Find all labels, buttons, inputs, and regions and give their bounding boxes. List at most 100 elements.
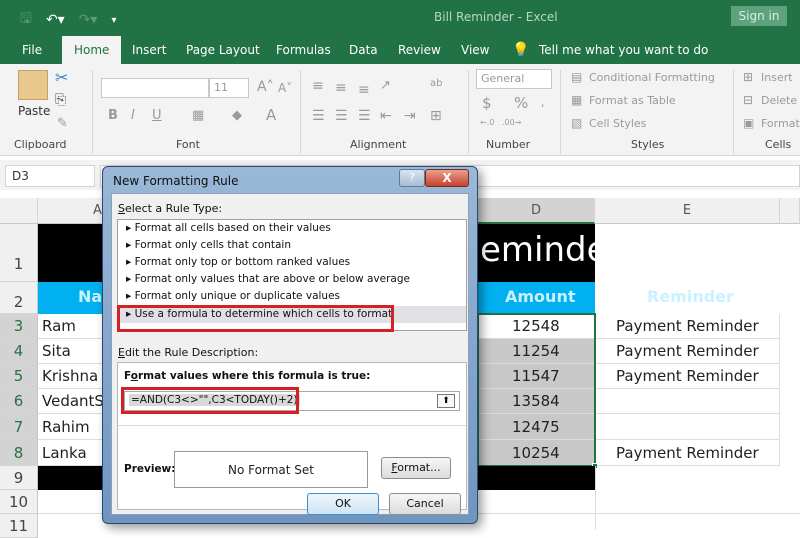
align-center-icon[interactable]: ☰	[335, 108, 348, 124]
tab-page-layout[interactable]: Page Layout	[186, 36, 260, 64]
cell-reminder[interactable]	[595, 414, 780, 440]
increase-font-icon[interactable]: A˄	[257, 79, 274, 95]
redo-icon[interactable]: ↷▾	[79, 12, 98, 28]
font-size-input[interactable]: 11	[209, 78, 249, 98]
save-icon[interactable]: 🖫	[20, 8, 32, 32]
format-button[interactable]: Format...	[381, 457, 451, 479]
decrease-decimal-icon[interactable]: .00→	[502, 118, 521, 127]
row-header-3[interactable]: 3	[0, 314, 38, 339]
rule-type-item[interactable]: ▸ Format only top or bottom ranked value…	[118, 254, 466, 271]
align-top-icon[interactable]: ≡	[312, 78, 324, 94]
tab-home[interactable]: Home	[62, 36, 122, 64]
rule-type-item[interactable]: ▸ Format only cells that contain	[118, 237, 466, 254]
tab-insert[interactable]: Insert	[132, 36, 166, 64]
bold-button[interactable]: B	[108, 108, 118, 123]
fill-color-icon[interactable]: ◆	[232, 108, 242, 123]
align-middle-icon[interactable]: ≡	[335, 80, 347, 96]
number-group-label: Number	[486, 138, 531, 151]
increase-indent-icon[interactable]: ⇥	[404, 108, 416, 124]
tab-view[interactable]: View	[461, 36, 489, 64]
percent-button[interactable]: %	[514, 94, 528, 112]
collapse-dialog-icon[interactable]: ⬆	[437, 394, 455, 408]
wrap-text-icon[interactable]: ab	[430, 78, 442, 89]
row-header-6[interactable]: 6	[0, 389, 38, 414]
label-text: dit the Rule Description:	[124, 346, 259, 359]
cell-reminder[interactable]: Payment Reminder	[595, 440, 780, 466]
format-painter-icon[interactable]: ✎	[57, 116, 68, 131]
row-header-1[interactable]: 1	[0, 224, 38, 282]
format-cells-button[interactable]: Format	[761, 117, 800, 130]
sign-in-button[interactable]: Sign in	[731, 6, 787, 26]
paste-icon[interactable]	[18, 70, 48, 100]
align-bottom-icon[interactable]: ≡	[358, 82, 370, 98]
column-header-f[interactable]	[780, 198, 800, 224]
help-button[interactable]: ?	[399, 169, 425, 187]
customize-qat-icon[interactable]: ▾	[111, 15, 116, 26]
rule-description-box: Format values where this formula is true…	[117, 362, 467, 510]
orientation-icon[interactable]: ↗	[380, 78, 391, 93]
increase-decimal-icon[interactable]: ←.0	[480, 118, 494, 127]
cell-styles-button[interactable]: Cell Styles	[589, 117, 646, 130]
align-right-icon[interactable]: ☰	[358, 108, 371, 124]
cell-reminder[interactable]	[595, 389, 780, 414]
edit-rule-description-label: Edit the Rule Description:	[118, 346, 258, 359]
cell-reminder[interactable]: Payment Reminder	[595, 314, 780, 339]
rule-type-item[interactable]: ▸ Format only unique or duplicate values	[118, 288, 466, 305]
header-name[interactable]: Na	[78, 287, 102, 306]
undo-icon[interactable]: ↶▾	[46, 12, 65, 28]
delete-cells-button[interactable]: Delete	[761, 94, 797, 107]
accelerator-key: E	[118, 346, 125, 359]
tell-me-search[interactable]: Tell me what you want to do	[539, 36, 708, 64]
row-header-9[interactable]: 9	[0, 466, 38, 490]
preview-label: Preview:	[124, 463, 176, 475]
name-box[interactable]: D3	[5, 165, 95, 187]
tab-formulas[interactable]: Formulas	[276, 36, 331, 64]
ok-button[interactable]: OK	[307, 493, 379, 515]
row-header-2[interactable]: 2	[0, 282, 38, 314]
row-header-7[interactable]: 7	[0, 414, 38, 440]
divider	[300, 70, 301, 154]
row-header-11[interactable]: 11	[0, 514, 38, 538]
rule-type-item[interactable]: ▸ Format all cells based on their values	[118, 220, 466, 237]
number-format-dropdown[interactable]: General	[476, 69, 552, 89]
header-amount[interactable]: Amount	[505, 287, 575, 306]
copy-icon[interactable]: ⎘	[55, 92, 66, 108]
cancel-button[interactable]: Cancel	[389, 493, 461, 515]
comma-style-icon[interactable]: ,	[541, 96, 545, 109]
column-header-e[interactable]: E	[595, 198, 780, 224]
select-all-corner[interactable]	[0, 198, 38, 224]
merge-center-icon[interactable]: ⊞	[430, 108, 442, 124]
borders-icon[interactable]: ▦	[192, 108, 204, 123]
conditional-formatting-button[interactable]: Conditional Formatting	[589, 71, 715, 84]
divider	[92, 70, 93, 154]
paste-button[interactable]: Paste	[18, 104, 50, 118]
font-name-input[interactable]	[101, 78, 209, 98]
cells-group-label: Cells	[765, 138, 792, 151]
close-button[interactable]: X	[425, 169, 469, 187]
font-color-icon[interactable]: A	[266, 106, 276, 124]
decrease-indent-icon[interactable]: ⇤	[380, 108, 392, 124]
italic-button[interactable]: I	[131, 108, 135, 123]
tab-data[interactable]: Data	[349, 36, 378, 64]
tab-review[interactable]: Review	[398, 36, 441, 64]
decrease-font-icon[interactable]: A˅	[278, 81, 292, 95]
column-header-d[interactable]: D	[478, 198, 595, 224]
format-as-table-button[interactable]: Format as Table	[589, 94, 676, 107]
row-header-5[interactable]: 5	[0, 364, 38, 389]
underline-button[interactable]: U	[152, 108, 162, 123]
row-header-8[interactable]: 8	[0, 440, 38, 466]
alignment-group-label: Alignment	[350, 138, 407, 151]
cell-reminder[interactable]: Payment Reminder	[595, 364, 780, 389]
label-text: rmat values where this formula is true:	[137, 370, 371, 382]
header-reminder[interactable]: Reminder	[647, 287, 734, 306]
cut-icon[interactable]: ✂	[55, 68, 68, 87]
title-bar: 🖫 ↶▾ ↷▾ ▾ Bill Reminder - Excel Sign in	[0, 0, 800, 36]
align-left-icon[interactable]: ☰	[312, 108, 325, 124]
row-header-4[interactable]: 4	[0, 339, 38, 364]
rule-type-item[interactable]: ▸ Format only values that are above or b…	[118, 271, 466, 288]
currency-button[interactable]: $	[482, 94, 492, 112]
insert-cells-button[interactable]: Insert	[761, 71, 793, 84]
tab-file[interactable]: File	[22, 36, 42, 64]
cell-reminder[interactable]: Payment Reminder	[595, 339, 780, 364]
row-header-10[interactable]: 10	[0, 490, 38, 514]
